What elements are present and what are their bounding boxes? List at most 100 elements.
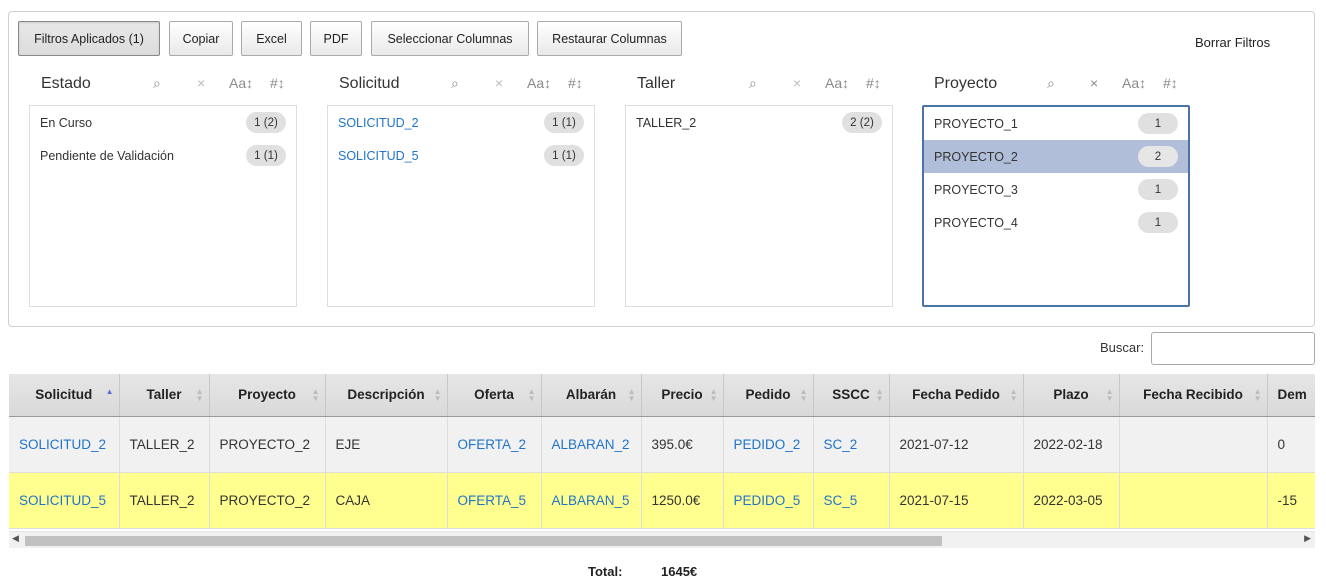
pane-item-count: 2 (2) <box>842 112 882 133</box>
column-header-label: Albarán <box>565 387 617 403</box>
scroll-left-icon[interactable]: ◀ <box>12 533 19 544</box>
sort-count-icon[interactable]: #↕ <box>270 75 285 91</box>
pane-item[interactable]: SOLICITUD_2 1 (1) <box>328 106 594 139</box>
pane-item[interactable]: Pendiente de Validación 1 (1) <box>30 139 296 172</box>
column-header-fecha-pedido[interactable]: Fecha Pedido ▲ ▼ <box>889 374 1024 417</box>
sort-icon: ▲ ▼ <box>875 387 884 403</box>
total-value: 1645€ <box>661 564 698 579</box>
column-header-solicitud[interactable]: Solicitud ▲ <box>9 374 120 417</box>
pane-item-label: PROYECTO_4 <box>934 215 1018 230</box>
pane-item-selected[interactable]: PROYECTO_2 2 <box>924 140 1188 173</box>
column-header-label: Oferta <box>474 387 514 403</box>
column-header-proyecto[interactable]: Proyecto ▲ ▼ <box>209 374 326 417</box>
cell-precio: 395.0€ <box>641 416 724 473</box>
search-icon[interactable]: ⌕ <box>451 75 459 92</box>
cell-pedido-link[interactable]: PEDIDO_2 <box>723 416 814 473</box>
sort-alpha-icon[interactable]: Aa↕ <box>825 75 849 91</box>
pane-item-count: 1 <box>1138 179 1178 200</box>
column-header-taller[interactable]: Taller ▲ ▼ <box>119 374 210 417</box>
pane-item-label: PROYECTO_1 <box>934 116 1018 131</box>
sort-count-icon[interactable]: #↕ <box>866 75 881 91</box>
cell-descripcion: EJE <box>325 416 448 473</box>
clear-icon[interactable]: × <box>793 75 801 91</box>
pane-item[interactable]: TALLER_2 2 (2) <box>626 106 892 139</box>
cell-solicitud-link[interactable]: SOLICITUD_5 <box>9 472 120 529</box>
table-row[interactable]: SOLICITUD_2 TALLER_2 PROYECTO_2 EJE OFER… <box>9 416 1315 473</box>
sort-alpha-icon[interactable]: Aa↕ <box>1122 75 1146 91</box>
search-label: Buscar: <box>1100 340 1145 355</box>
cell-solicitud-link[interactable]: SOLICITUD_2 <box>9 416 120 473</box>
column-header-fecha-recibido[interactable]: Fecha Recibido ▲ ▼ <box>1119 374 1268 417</box>
pane-item-label: En Curso <box>40 115 93 130</box>
select-columns-button[interactable]: Seleccionar Columnas <box>371 21 529 56</box>
copy-button[interactable]: Copiar <box>169 21 233 56</box>
cell-albaran-link[interactable]: ALBARAN_2 <box>541 416 642 473</box>
scroll-right-icon[interactable]: ▶ <box>1304 533 1311 544</box>
clear-icon[interactable]: × <box>1090 75 1098 91</box>
column-header-descripcion[interactable]: Descripción ▲ ▼ <box>325 374 448 417</box>
column-header-sscc[interactable]: SSCC ▲ ▼ <box>813 374 890 417</box>
pane-item-label[interactable]: SOLICITUD_5 <box>338 149 419 163</box>
pane-title-taller: Taller <box>637 75 676 92</box>
sort-alpha-icon[interactable]: Aa↕ <box>229 75 253 91</box>
search-icon[interactable]: ⌕ <box>153 75 161 92</box>
column-header-pedido[interactable]: Pedido ▲ ▼ <box>723 374 814 417</box>
cell-pedido-link[interactable]: PEDIDO_5 <box>723 472 814 529</box>
column-header-label: Descripción <box>347 387 425 403</box>
pane-item[interactable]: PROYECTO_3 1 <box>924 173 1188 206</box>
restore-columns-button[interactable]: Restaurar Columnas <box>537 21 682 56</box>
column-header-precio[interactable]: Precio ▲ ▼ <box>641 374 724 417</box>
search-icon[interactable]: ⌕ <box>1047 75 1055 92</box>
cell-fecha-pedido: 2021-07-12 <box>889 416 1024 473</box>
pane-item-label: PROYECTO_2 <box>934 149 1018 164</box>
cell-fecha-pedido: 2021-07-15 <box>889 472 1024 529</box>
pane-item[interactable]: PROYECTO_4 1 <box>924 206 1188 239</box>
filters-applied-button[interactable]: Filtros Aplicados (1) <box>18 21 160 56</box>
horizontal-scrollbar[interactable]: ◀ ▶ <box>9 531 1315 548</box>
pane-item-label[interactable]: SOLICITUD_2 <box>338 116 419 130</box>
search-icon[interactable]: ⌕ <box>749 75 757 92</box>
pane-list-estado: En Curso 1 (2) Pendiente de Validación 1… <box>29 105 297 307</box>
cell-taller: TALLER_2 <box>119 472 210 529</box>
pdf-button[interactable]: PDF <box>310 21 362 56</box>
cell-oferta-link[interactable]: OFERTA_2 <box>447 416 542 473</box>
table-header-row: Solicitud ▲ Taller ▲ ▼ Proyecto ▲ ▼ Descripci… <box>9 374 1315 417</box>
pane-title-solicitud: Solicitud <box>339 75 400 92</box>
pane-title-estado: Estado <box>41 75 91 92</box>
clear-filters-button[interactable]: Borrar Filtros <box>1195 35 1270 50</box>
clear-icon[interactable]: × <box>495 75 503 91</box>
pane-item[interactable]: En Curso 1 (2) <box>30 106 296 139</box>
sort-count-icon[interactable]: #↕ <box>1163 75 1178 91</box>
sort-alpha-icon[interactable]: Aa↕ <box>527 75 551 91</box>
cell-albaran-link[interactable]: ALBARAN_5 <box>541 472 642 529</box>
cell-fecha-recibido <box>1119 472 1268 529</box>
column-header-label: Dem <box>1277 387 1307 403</box>
cell-sscc-link[interactable]: SC_5 <box>813 472 890 529</box>
sort-icon: ▲ ▼ <box>433 387 442 403</box>
excel-button[interactable]: Excel <box>241 21 302 56</box>
column-header-albaran[interactable]: Albarán ▲ ▼ <box>541 374 642 417</box>
cell-taller: TALLER_2 <box>119 416 210 473</box>
column-header-oferta[interactable]: Oferta ▲ ▼ <box>447 374 542 417</box>
cell-plazo: 2022-03-05 <box>1023 472 1120 529</box>
sort-icon: ▲ ▼ <box>527 387 536 403</box>
cell-dem: 0 <box>1267 416 1315 473</box>
cell-oferta-link[interactable]: OFERTA_5 <box>447 472 542 529</box>
sort-icon: ▲ ▼ <box>1105 387 1114 403</box>
clear-icon[interactable]: × <box>197 75 205 91</box>
search-input[interactable] <box>1151 332 1315 365</box>
cell-sscc-link[interactable]: SC_2 <box>813 416 890 473</box>
pane-item[interactable]: SOLICITUD_5 1 (1) <box>328 139 594 172</box>
scrollbar-thumb[interactable] <box>25 536 942 546</box>
data-table-container[interactable]: Solicitud ▲ Taller ▲ ▼ Proyecto ▲ ▼ Descripci… <box>9 374 1315 531</box>
data-table: Solicitud ▲ Taller ▲ ▼ Proyecto ▲ ▼ Descripci… <box>9 374 1315 529</box>
pane-item[interactable]: PROYECTO_1 1 <box>924 107 1188 140</box>
table-row-highlighted[interactable]: SOLICITUD_5 TALLER_2 PROYECTO_2 CAJA OFE… <box>9 472 1315 529</box>
column-header-dem[interactable]: Dem <box>1267 374 1315 417</box>
sort-icon: ▲ ▼ <box>1009 387 1018 403</box>
column-header-plazo[interactable]: Plazo ▲ ▼ <box>1023 374 1120 417</box>
column-header-label: Solicitud <box>35 387 93 403</box>
column-header-label: Proyecto <box>238 387 296 403</box>
sort-count-icon[interactable]: #↕ <box>568 75 583 91</box>
column-header-label: Plazo <box>1053 387 1089 403</box>
